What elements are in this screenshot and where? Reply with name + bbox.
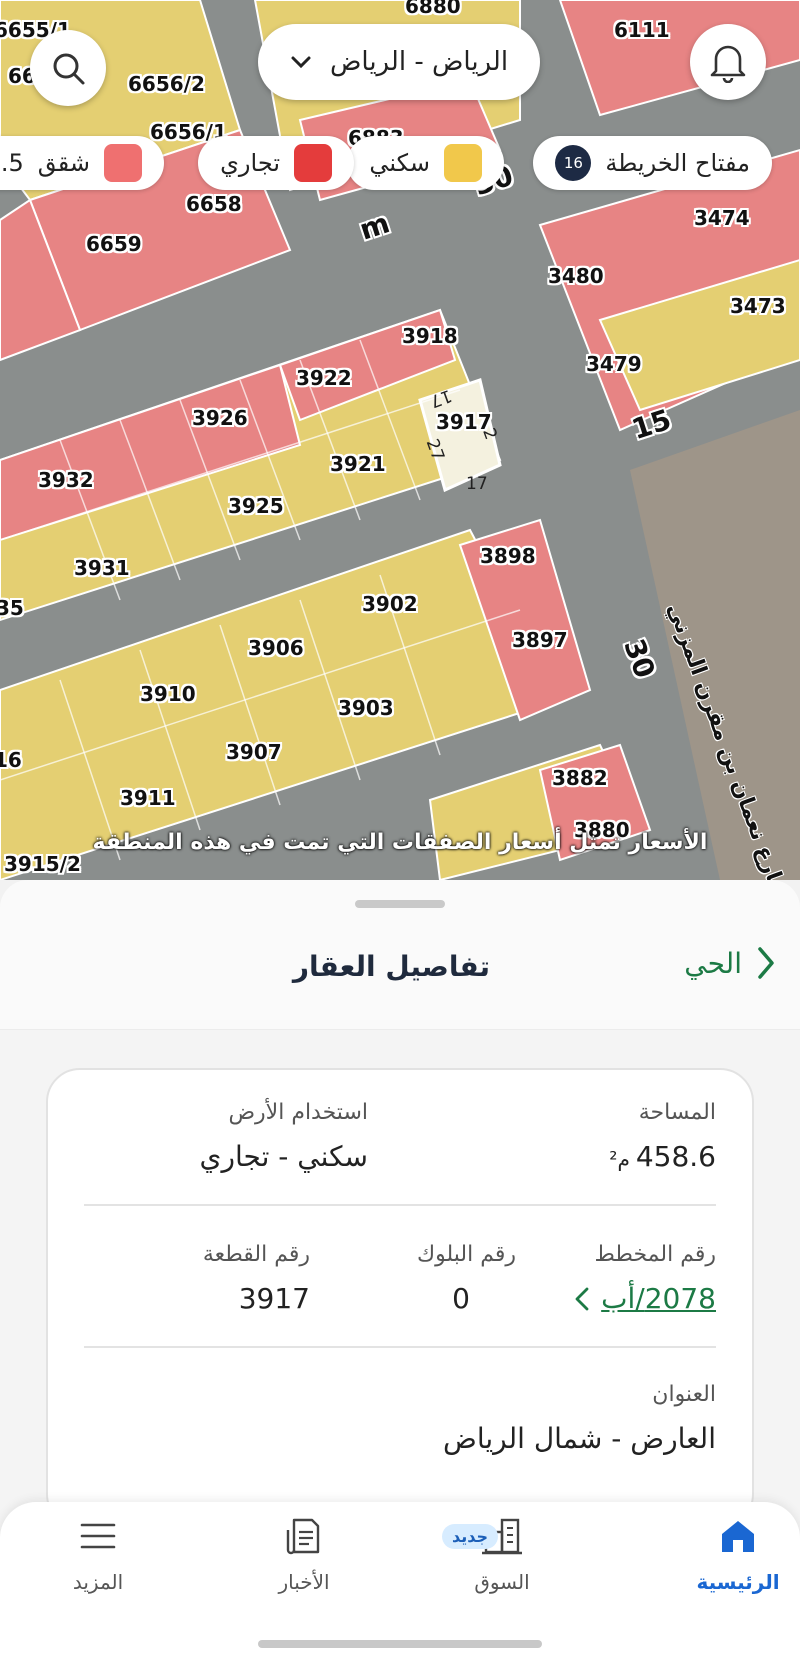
- price-note: الأسعار تمثل أسعار الصفقات التي تمت في ه…: [92, 830, 708, 855]
- plot-label[interactable]: 3898: [480, 544, 536, 568]
- apartments-swatch: [104, 144, 142, 182]
- tab-news[interactable]: الأخبار: [224, 1516, 384, 1626]
- plot-dimension: 17: [466, 474, 488, 494]
- notifications-button[interactable]: [690, 24, 766, 100]
- legend-apartments[interactable]: شقق 3.5: [0, 136, 164, 190]
- plot-label[interactable]: 3907: [226, 740, 282, 764]
- block-number-label: رقم البلوك: [416, 1242, 516, 1267]
- back-label: الحي: [684, 946, 742, 980]
- plot-label[interactable]: 3922: [296, 366, 352, 390]
- legend-label: سكني: [369, 149, 430, 177]
- tab-market[interactable]: جديد السوق: [422, 1516, 582, 1626]
- land-use-label: استخدام الأرض: [228, 1100, 368, 1125]
- back-to-neighborhood-button[interactable]: الحي: [684, 946, 776, 980]
- plot-label[interactable]: 3921: [330, 452, 386, 476]
- legend-extra: 3.5: [0, 149, 24, 177]
- area-number: 458.6: [635, 1140, 716, 1173]
- area-value: 458.6 م²: [609, 1140, 716, 1173]
- city-selector[interactable]: الرياض - الرياض: [258, 24, 540, 100]
- plot-label[interactable]: 3474: [694, 206, 750, 230]
- tab-label: الأخبار: [278, 1570, 330, 1594]
- address-value: العارض - شمال الرياض: [443, 1422, 716, 1455]
- bell-icon: [710, 45, 746, 83]
- new-badge: جديد: [442, 1524, 499, 1549]
- plot-label[interactable]: 3932: [38, 468, 94, 492]
- plot-label[interactable]: 3931: [74, 556, 130, 580]
- news-icon: [286, 1518, 320, 1555]
- tab-label: السوق: [474, 1570, 530, 1594]
- land-use-value: سكني - تجاري: [199, 1140, 368, 1173]
- home-indicator: [258, 1640, 542, 1648]
- plot-label[interactable]: 6880: [405, 0, 461, 18]
- tab-label: الرئيسية: [696, 1570, 780, 1594]
- plot-label[interactable]: 6111: [614, 18, 670, 42]
- city-selector-label: الرياض - الرياض: [329, 47, 509, 77]
- plot-label[interactable]: 3925: [228, 494, 284, 518]
- commercial-swatch: [294, 144, 332, 182]
- tab-home[interactable]: الرئيسية: [658, 1516, 800, 1626]
- map-view[interactable]: 6880 6111 6655/1 6655/2 6656/2 6656/1 66…: [0, 0, 800, 880]
- legend-commercial[interactable]: تجاري: [198, 136, 354, 190]
- zoom-level-badge: 16: [555, 145, 592, 181]
- plot-label[interactable]: 3902: [362, 592, 418, 616]
- plot-label[interactable]: 3915/2: [4, 852, 81, 876]
- plot-label[interactable]: 3897: [512, 628, 568, 652]
- plot-label[interactable]: 3480: [548, 264, 604, 288]
- residential-swatch: [444, 144, 482, 182]
- home-icon: [722, 1521, 754, 1552]
- plot-label[interactable]: 3910: [140, 682, 196, 706]
- plot-label[interactable]: 6658: [186, 192, 242, 216]
- plot-label[interactable]: 6656/2: [128, 72, 205, 96]
- tab-more[interactable]: المزيد: [18, 1516, 178, 1626]
- plan-number-label: رقم المخطط: [594, 1242, 716, 1267]
- legend-label: شقق: [37, 149, 90, 177]
- bottom-tab-bar: الرئيسية جديد السوق الأخبار المزيد: [0, 1502, 800, 1662]
- divider: [84, 1346, 716, 1348]
- tab-label: المزيد: [72, 1570, 124, 1594]
- chevron-left-icon: [575, 1287, 589, 1310]
- plot-label[interactable]: 3479: [586, 352, 642, 376]
- menu-icon: [80, 1523, 116, 1549]
- block-number-value: 0: [452, 1282, 470, 1315]
- address-label: العنوان: [652, 1382, 716, 1407]
- legend-residential[interactable]: سكني: [347, 136, 504, 190]
- sheet-drag-handle[interactable]: [355, 900, 445, 908]
- plan-number-value[interactable]: 2078/أب: [601, 1282, 716, 1315]
- chevron-down-icon: [291, 56, 311, 69]
- area-unit: م²: [609, 1147, 630, 1171]
- app-screen: 6880 6111 6655/1 6655/2 6656/2 6656/1 66…: [0, 0, 800, 1662]
- plot-label[interactable]: 3903: [338, 696, 394, 720]
- plot-number-label: رقم القطعة: [202, 1242, 310, 1267]
- plot-label[interactable]: 3906: [248, 636, 304, 660]
- area-label: المساحة: [638, 1100, 716, 1125]
- search-button[interactable]: [30, 30, 106, 106]
- plot-label[interactable]: 35: [0, 596, 24, 620]
- plot-label[interactable]: 3473: [730, 294, 786, 318]
- divider: [84, 1204, 716, 1206]
- plot-label[interactable]: 3918: [402, 324, 458, 348]
- chevron-right-icon: [758, 947, 774, 979]
- property-info-card: المساحة 458.6 م² استخدام الأرض سكني - تج…: [46, 1068, 754, 1528]
- plot-label[interactable]: 16: [0, 748, 22, 772]
- search-icon: [53, 53, 85, 85]
- plot-label[interactable]: 3926: [192, 406, 248, 430]
- plot-number-value: 3917: [238, 1282, 310, 1315]
- plan-number-link[interactable]: 2078/أب: [575, 1282, 716, 1315]
- plot-label[interactable]: 6659: [86, 232, 142, 256]
- legend-title: مفتاح الخريطة: [605, 149, 750, 177]
- sheet-title: تفاصيل العقار: [292, 950, 490, 983]
- plot-label[interactable]: 3882: [552, 766, 608, 790]
- plot-label[interactable]: 3911: [120, 786, 176, 810]
- legend-label: تجاري: [220, 149, 280, 177]
- map-legend-key[interactable]: مفتاح الخريطة 16: [533, 136, 772, 190]
